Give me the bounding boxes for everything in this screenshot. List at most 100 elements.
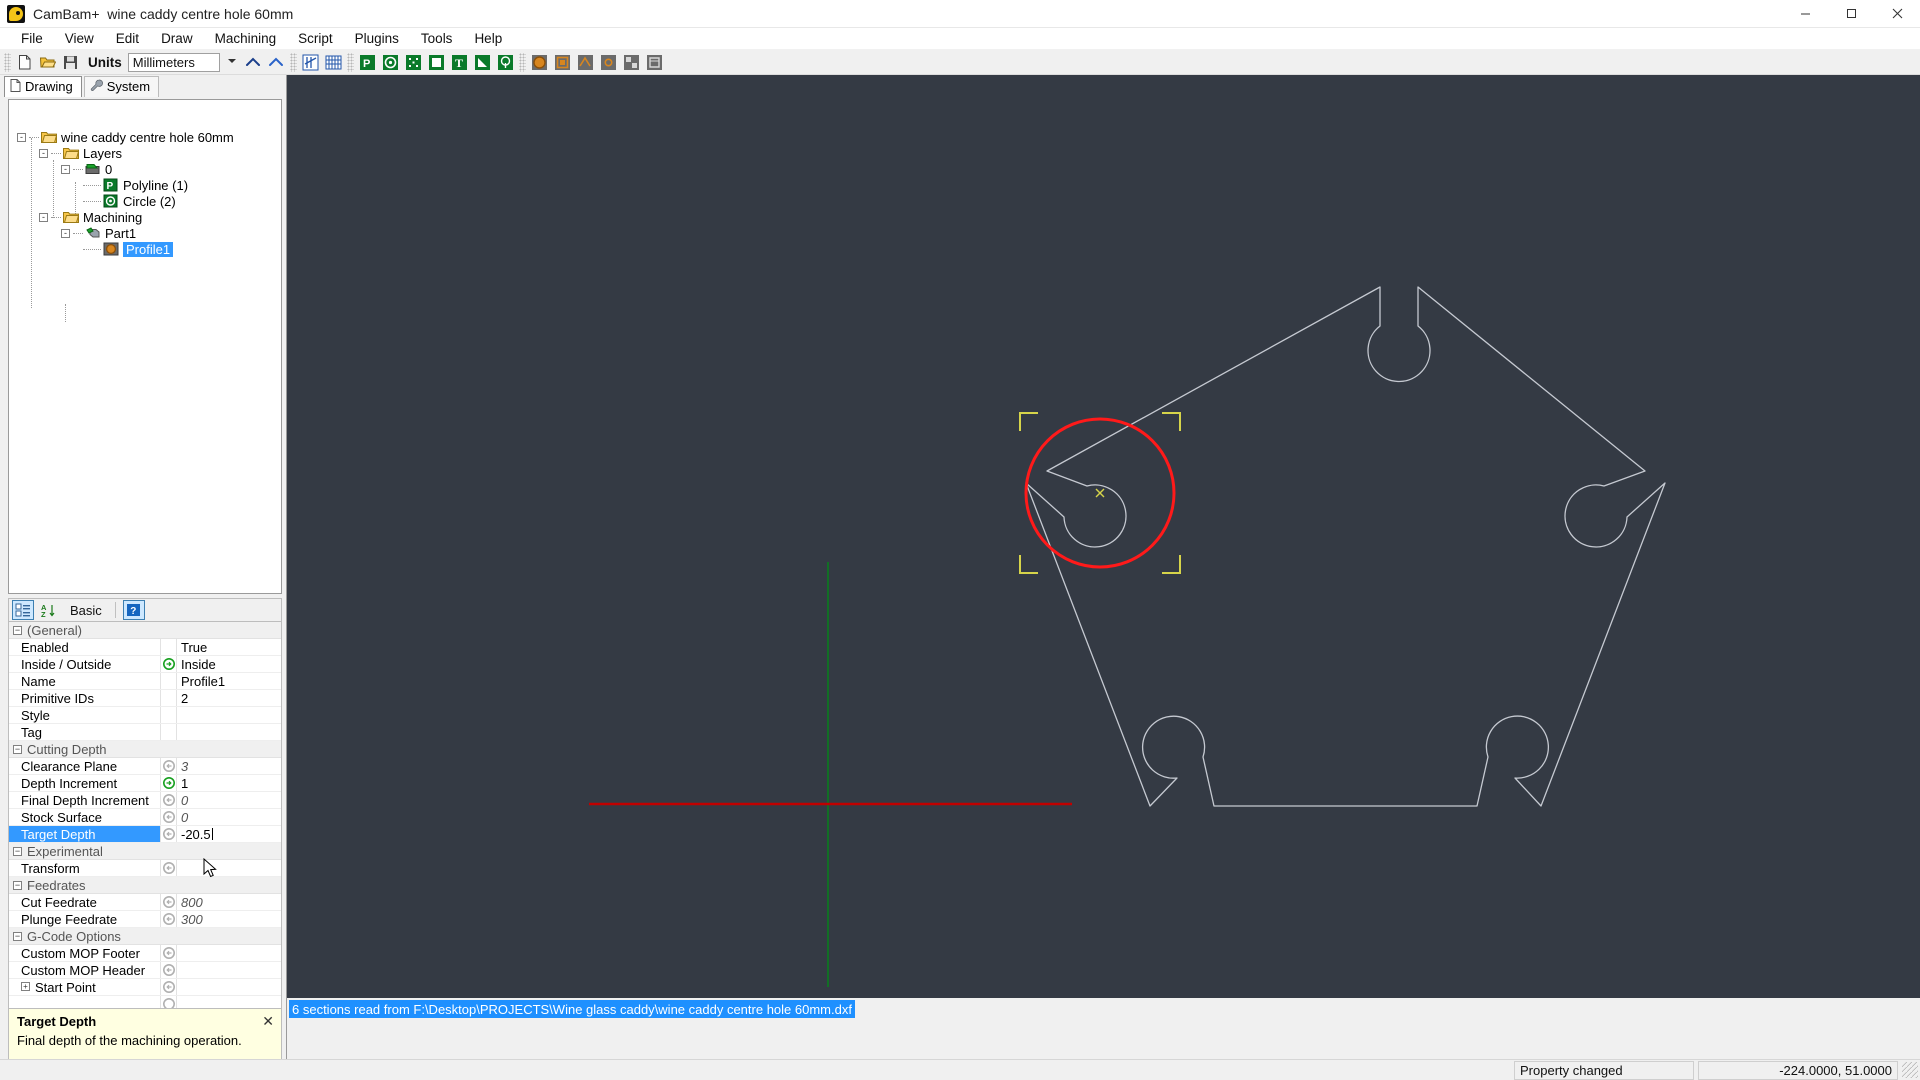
tree-expander-icon[interactable]: - [39,149,48,159]
tree-item-profile1[interactable]: Profile1 [83,242,174,258]
property-row-custom-mop-header[interactable]: Custom MOP Header [9,962,281,980]
property-value[interactable] [177,707,281,723]
property-row-stock-surface[interactable]: Stock Surface 0 [9,809,281,827]
menu-tools[interactable]: Tools [410,28,464,50]
menu-edit[interactable]: Edit [105,28,150,50]
menu-machining[interactable]: Machining [204,28,288,50]
post-icon[interactable] [643,51,666,74]
tree-expander-icon[interactable]: - [39,213,48,223]
tree-item-circle[interactable]: Circle (2) [83,194,176,210]
units-dropdown[interactable]: Millimeters [127,52,236,72]
property-row-name[interactable]: Name Profile1 [9,673,281,691]
property-value[interactable]: 300 [177,911,281,927]
resize-grip-icon[interactable] [1902,1062,1918,1078]
property-bullet-gray[interactable] [161,809,177,826]
property-value[interactable]: Inside [177,656,281,672]
tree-expander-icon[interactable]: - [61,165,70,175]
property-grid[interactable]: − (General) Enabled True Inside / Outsid… [8,621,282,1009]
sub-expander-icon[interactable]: + [21,982,30,992]
categorized-view-icon[interactable] [12,600,34,621]
tree-item-part1[interactable]: - Part1 [61,226,136,242]
tab-drawing[interactable]: Drawing [4,75,82,97]
property-row-tag[interactable]: Tag [9,724,281,742]
menu-plugins[interactable]: Plugins [344,28,410,50]
property-value[interactable]: Profile1 [177,673,281,689]
group-expander-icon[interactable]: − [13,880,22,890]
property-bullet-gray[interactable] [161,979,177,996]
menu-view[interactable]: View [54,28,105,50]
circle-icon[interactable] [379,51,402,74]
tab-system[interactable]: System [83,75,160,97]
property-row-style[interactable]: Style [9,707,281,725]
tree-expander-icon[interactable]: - [61,229,70,239]
property-value[interactable]: 3 [177,758,281,774]
property-value[interactable] [177,962,281,978]
project-tree[interactable]: - wine caddy centre hole 60mm - Layers - [8,98,282,594]
property-value[interactable]: 800 [177,894,281,910]
property-bullet-gray[interactable] [161,945,177,962]
property-value[interactable]: 0 [177,792,281,808]
tree-expander-icon[interactable]: - [17,133,26,143]
tree-icon[interactable] [494,51,517,74]
redo-icon[interactable] [265,51,288,74]
property-row-plunge-feedrate[interactable]: Plunge Feedrate 300 [9,911,281,929]
cad-viewport[interactable] [286,75,1920,998]
property-row-cut-feedrate[interactable]: Cut Feedrate 800 [9,894,281,912]
property-bullet-gray[interactable] [161,860,177,877]
tree-item-polyline[interactable]: P Polyline (1) [83,178,188,194]
property-group-general[interactable]: − (General) [9,622,281,640]
close-button[interactable] [1874,0,1920,28]
menu-draw[interactable]: Draw [150,28,204,50]
maximize-button[interactable] [1828,0,1874,28]
units-value[interactable]: Millimeters [127,52,220,72]
property-group-gcode-options[interactable]: − G-Code Options [9,928,281,946]
nest-icon[interactable] [620,51,643,74]
shape-icon[interactable] [471,51,494,74]
minimize-button[interactable] [1782,0,1828,28]
property-row-custom-mop-footer[interactable]: Custom MOP Footer [9,945,281,963]
property-row-clearance-plane[interactable]: Clearance Plane 3 [9,758,281,776]
property-bullet-green[interactable] [161,775,177,792]
property-bullet-gray[interactable] [161,792,177,809]
property-bullet-gray[interactable] [161,758,177,775]
menu-script[interactable]: Script [287,28,344,50]
open-folder-icon[interactable] [36,51,59,74]
property-value[interactable] [177,724,281,740]
toolbar-grip-2[interactable] [289,52,297,72]
menu-file[interactable]: File [10,28,54,50]
profile-mop-icon[interactable] [528,51,551,74]
property-row-partial[interactable] [9,996,281,1008]
tree-item-layer-0[interactable]: - 0 [61,162,112,178]
property-value[interactable] [177,979,281,995]
undo-icon[interactable] [242,51,265,74]
snap-icon[interactable] [299,51,322,74]
menu-help[interactable]: Help [463,28,513,50]
polyline-icon[interactable]: P [356,51,379,74]
group-expander-icon[interactable]: − [13,625,22,635]
property-row-primitive-ids[interactable]: Primitive IDs 2 [9,690,281,708]
property-view-mode[interactable]: Basic [64,603,108,618]
help-question-icon[interactable]: ? [122,600,145,621]
save-disk-icon[interactable] [59,51,82,74]
property-value[interactable]: 2 [177,690,281,706]
rectangle-icon[interactable] [425,51,448,74]
engrave-mop-icon[interactable] [574,51,597,74]
group-expander-icon[interactable]: − [13,846,22,856]
tree-item-machining[interactable]: - Machining [39,210,142,226]
property-row-start-point[interactable]: + Start Point [9,979,281,997]
group-expander-icon[interactable]: − [13,931,22,941]
drill-mop-icon[interactable] [597,51,620,74]
property-bullet-gray[interactable] [161,996,177,1008]
target-depth-input[interactable]: -20.5 [177,826,281,843]
property-bullet-gray[interactable] [161,911,177,928]
property-row-depth-increment[interactable]: Depth Increment 1 [9,775,281,793]
text-icon[interactable]: T [448,51,471,74]
alphabetical-sort-icon[interactable]: AZ [38,600,60,620]
property-row-transform[interactable]: Transform [9,860,281,878]
chevron-down-icon[interactable] [227,58,236,63]
pocket-mop-icon[interactable] [551,51,574,74]
property-value[interactable]: True [177,639,281,655]
toolbar-grip[interactable] [4,52,11,72]
property-group-feedrates[interactable]: − Feedrates [9,877,281,895]
tree-item-layers[interactable]: - Layers [39,146,122,162]
